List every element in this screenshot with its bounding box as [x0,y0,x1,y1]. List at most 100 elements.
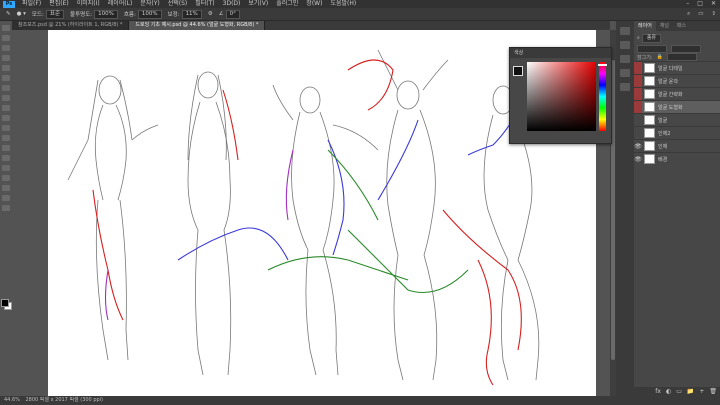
healing-tool-icon[interactable] [2,75,10,81]
layer-kind-filter[interactable]: 종류 [641,33,662,43]
swatches-icon[interactable] [620,69,630,77]
brush-tool-icon[interactable]: ✎ [6,11,11,17]
history-brush-tool-icon[interactable] [2,105,10,111]
menu-bar: Ps 파일(F) 편집(E) 이미지(I) 레이어(L) 문자(Y) 선택(S)… [0,0,720,8]
tab-drawing-basics[interactable]: 드로잉 기초 예시.psd @ 44.6% (얼굴 도형화, RGB/8) * [129,21,266,30]
layer-name: 인체2 [658,130,671,137]
visibility-eye-icon[interactable] [634,75,642,87]
menu-layer[interactable]: 레이어(L) [104,0,137,8]
menu-type[interactable]: 문자(Y) [136,0,163,8]
marquee-tool-icon[interactable] [2,35,10,41]
angle-field[interactable]: 0° [225,9,240,19]
search-icon[interactable]: ⌕ [687,11,690,18]
foreground-color-swatch[interactable] [1,299,9,307]
menu-edit[interactable]: 편집(E) [45,0,73,8]
color-icon[interactable] [620,55,630,63]
minimize-button[interactable]: – [686,0,689,8]
brush-tool-icon[interactable] [2,85,10,91]
color-panel-title[interactable]: 색상 [510,48,611,58]
visibility-eye-icon[interactable] [634,62,642,74]
lasso-tool-icon[interactable] [2,45,10,51]
crop-tool-icon[interactable] [2,55,10,61]
history-icon[interactable] [620,27,630,35]
shape-tool-icon[interactable] [2,185,10,191]
hue-slider[interactable] [599,62,606,131]
menu-help[interactable]: 도움말(H) [326,0,360,8]
type-tool-icon[interactable] [2,165,10,171]
pen-tool-icon[interactable] [2,155,10,161]
adjustment-layer-icon[interactable]: ◐ [666,388,671,395]
visibility-eye-icon[interactable] [634,127,642,139]
smoothing-field[interactable]: 11% [181,9,202,19]
visibility-eye-icon[interactable] [634,88,642,100]
properties-icon[interactable] [620,41,630,49]
blend-mode-select[interactable] [637,45,667,53]
gradient-tool-icon[interactable] [2,125,10,131]
document-tabs: 참조포즈.psd @ 21% (하이라이트 1, RGB/8) * 드로잉 기초… [12,21,610,30]
brush-preset-picker[interactable]: ● ▾ [17,11,26,17]
layer-row[interactable]: 👁 배경 [634,152,720,165]
layer-thumbnail [644,141,655,151]
visibility-eye-icon[interactable]: 👁 [634,140,642,152]
opacity-field[interactable]: 100% [94,9,118,19]
menu-filter[interactable]: 필터(T) [191,0,218,8]
panel-dock-icons [616,21,634,396]
new-layer-icon[interactable]: + [699,388,704,395]
fx-icon[interactable]: fx [655,388,661,395]
layer-row[interactable]: 얼굴 [634,113,720,126]
visibility-eye-icon[interactable] [634,114,642,126]
layer-name: 얼굴 [658,117,668,124]
visibility-eye-icon[interactable] [634,101,642,113]
tab-layers[interactable]: 레이어 [634,21,656,31]
eyedropper-tool-icon[interactable] [2,65,10,71]
brushes-icon[interactable] [620,83,630,91]
eraser-tool-icon[interactable] [2,115,10,121]
layer-fill-field[interactable] [666,53,697,61]
document-info: 2800 픽셀 x 2017 픽셀 (300 ppi) [25,397,104,403]
maximize-button[interactable]: □ [697,0,703,8]
layer-name: 얼굴 디테일 [658,65,683,72]
tab-reference-pose[interactable]: 참조포즈.psd @ 21% (하이라이트 1, RGB/8) * [12,21,130,30]
menu-file[interactable]: 파일(F) [18,0,45,8]
menu-select[interactable]: 선택(S) [164,0,192,8]
tab-paths[interactable]: 패스 [673,21,690,31]
zoom-level[interactable]: 44.6% [4,397,20,403]
layer-row[interactable]: 얼굴 도형화 [634,100,720,113]
tab-channels[interactable]: 채널 [656,21,673,31]
stamp-tool-icon[interactable] [2,95,10,101]
blur-tool-icon[interactable] [2,135,10,141]
layer-row[interactable]: 얼굴 디테일 [634,61,720,74]
mode-select[interactable]: 표준 [45,9,65,19]
delete-layer-icon[interactable]: 🗑 [709,388,717,395]
hue-slider-indicator[interactable] [598,64,607,66]
gear-icon[interactable]: ⚙ [208,11,213,17]
zoom-tool-icon[interactable] [2,205,10,211]
layer-row[interactable]: 인체2 [634,126,720,139]
path-select-tool-icon[interactable] [2,175,10,181]
layer-row[interactable]: 얼굴 윤곽 [634,74,720,87]
color-panel: 색상 [509,47,612,144]
photoshop-logo-icon[interactable]: Ps [3,0,15,8]
close-window-button[interactable]: ✕ [711,0,716,8]
dodge-tool-icon[interactable] [2,145,10,151]
color-picker-field[interactable] [527,62,596,131]
visibility-eye-icon[interactable]: 👁 [634,153,642,165]
mask-icon[interactable]: ▭ [676,388,682,395]
workspace-icon[interactable]: ▭ [698,11,703,18]
menu-view[interactable]: 보기(V) [244,0,272,8]
layer-opacity-field[interactable] [671,45,701,53]
layer-row[interactable]: 얼굴 간략화 [634,87,720,100]
menu-plugins[interactable]: 플러그인 [272,0,302,8]
flow-field[interactable]: 100% [137,9,162,19]
new-group-icon[interactable]: 📁 [687,388,694,395]
hand-tool-icon[interactable] [2,195,10,201]
layer-name: 얼굴 간략화 [658,91,683,98]
foreground-color-chip[interactable] [513,66,523,76]
menu-image[interactable]: 이미지(I) [73,0,104,8]
share-icon[interactable]: ⇪ [711,11,716,18]
move-tool-icon[interactable] [2,25,10,31]
layer-row[interactable]: 👁 인체 [634,139,720,152]
lock-icon[interactable]: 🔒 [657,54,663,60]
menu-window[interactable]: 창(W) [302,0,326,8]
menu-3d[interactable]: 3D(D) [219,0,245,8]
